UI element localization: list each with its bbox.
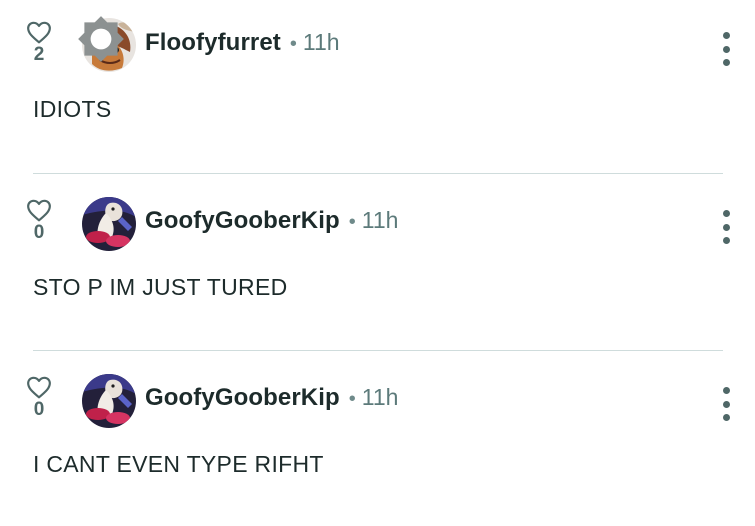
comment-text: I CANT EVEN TYPE RIFHT [33, 451, 324, 477]
comment-item: 2 Floofyfurret • 11h IDIOTS [0, 0, 755, 150]
comment-item: 0 GoofyGooberKip [0, 178, 755, 328]
comment-meta: GoofyGooberKip • 11h [145, 207, 398, 235]
username[interactable]: GoofyGooberKip [145, 384, 340, 412]
comment-text: STO P IM JUST TURED [33, 274, 288, 300]
timestamp: 11h [361, 207, 399, 233]
moderator-badge-icon [78, 16, 124, 62]
like-count: 0 [33, 222, 45, 243]
comment-text: IDIOTS [33, 96, 112, 122]
kip-avatar-image [82, 374, 136, 428]
separator-dot: • [348, 211, 356, 233]
comment-meta: Floofyfurret • 11h [145, 29, 340, 57]
like-control: 0 [24, 198, 54, 243]
avatar[interactable] [82, 197, 136, 251]
heart-icon[interactable] [26, 375, 52, 399]
divider [33, 173, 723, 174]
divider [33, 350, 723, 351]
more-options-icon[interactable] [719, 210, 733, 244]
comment-meta: GoofyGooberKip • 11h [145, 384, 398, 412]
comment-item: 0 GoofyGooberKip [0, 355, 755, 505]
like-count: 2 [33, 44, 45, 65]
comment-feed: 2 Floofyfurret • 11h IDIOTS 0 GoofyGoobe… [0, 0, 755, 526]
heart-icon[interactable] [26, 198, 52, 222]
like-control: 2 [24, 20, 54, 65]
heart-icon[interactable] [26, 20, 52, 44]
more-options-icon[interactable] [719, 387, 733, 421]
kip-avatar-image [82, 197, 136, 251]
avatar[interactable] [78, 16, 136, 72]
like-control: 0 [24, 375, 54, 420]
separator-dot: • [289, 33, 297, 55]
more-options-icon[interactable] [719, 32, 733, 66]
username[interactable]: GoofyGooberKip [145, 207, 340, 235]
like-count: 0 [33, 399, 45, 420]
avatar[interactable] [82, 374, 136, 428]
separator-dot: • [348, 388, 356, 410]
timestamp: 11h [361, 384, 399, 410]
timestamp: 11h [302, 29, 340, 55]
username[interactable]: Floofyfurret [145, 29, 281, 57]
